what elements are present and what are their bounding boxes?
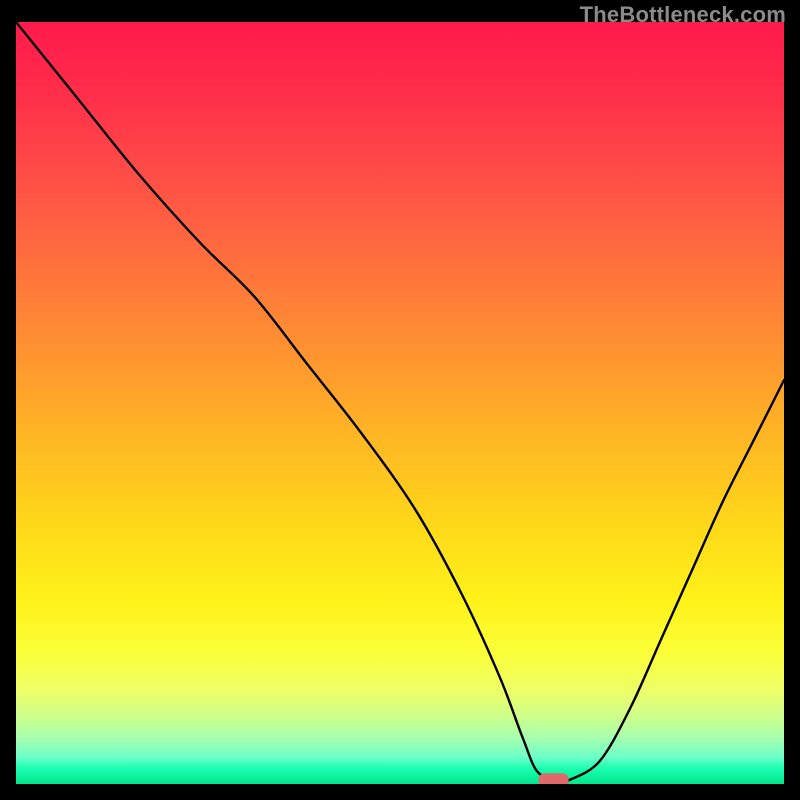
chart-svg (16, 22, 784, 784)
chart-container: TheBottleneck.com (0, 0, 800, 800)
bottleneck-curve (16, 22, 784, 782)
optimum-marker (539, 773, 569, 784)
plot-area (16, 22, 784, 784)
